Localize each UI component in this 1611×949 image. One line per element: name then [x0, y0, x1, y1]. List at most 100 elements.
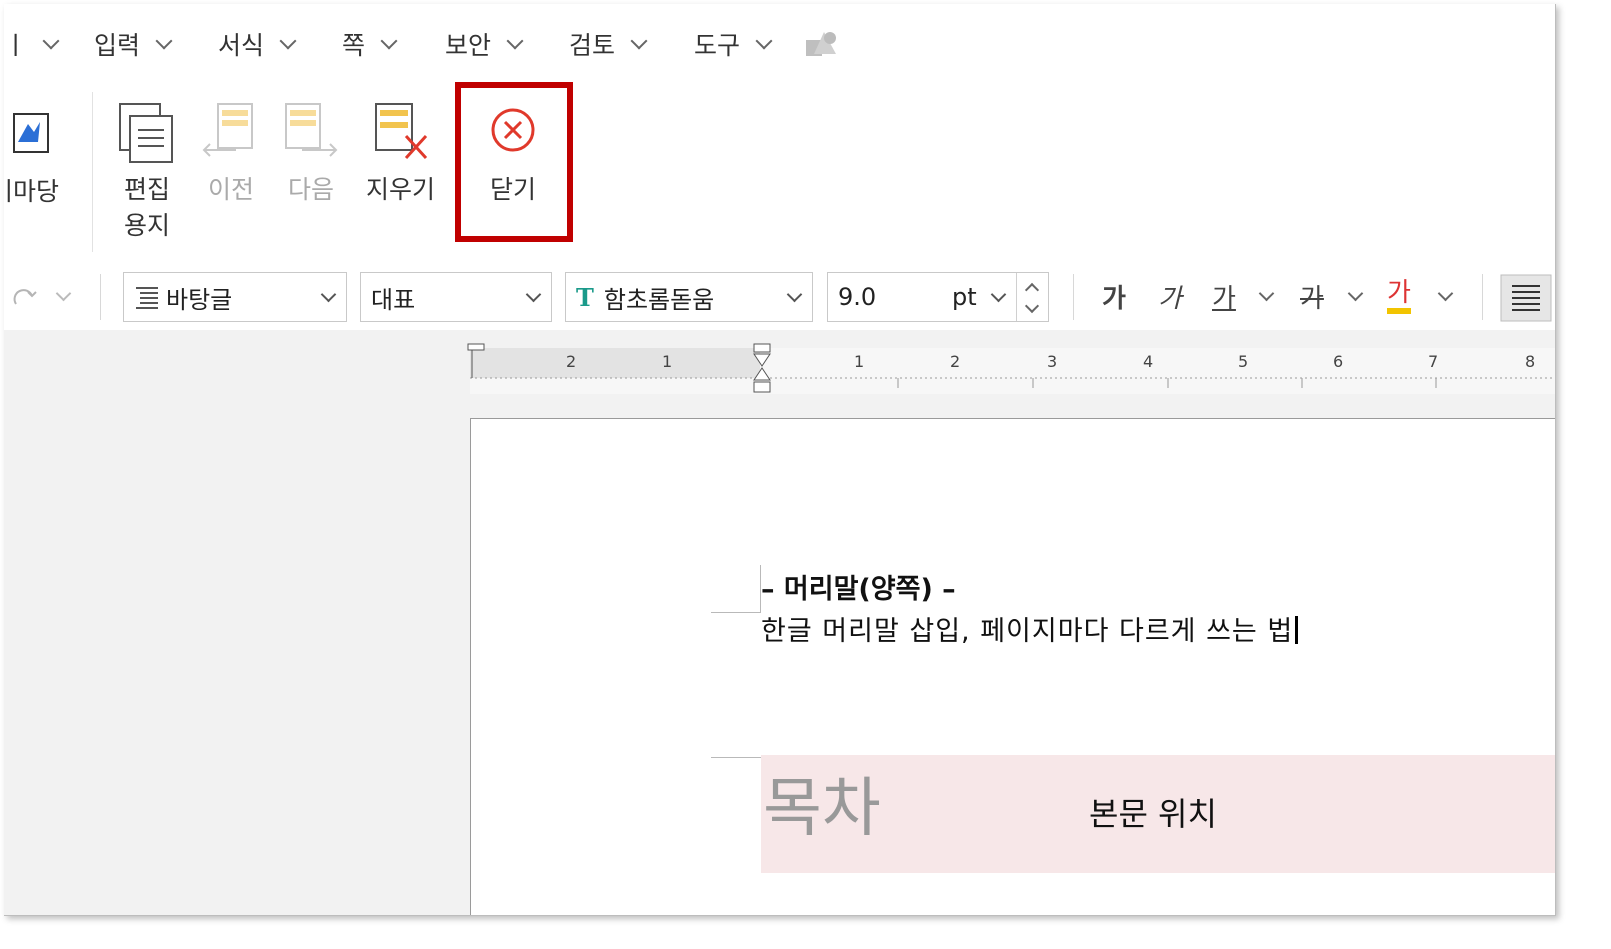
previous-button[interactable]: 이전 [200, 102, 262, 208]
italic-button[interactable]: 가 [1158, 278, 1182, 315]
menu-label: 서식 [218, 31, 265, 60]
language-select[interactable]: 대표 [360, 272, 552, 322]
close-button-highlight-box [455, 82, 573, 242]
strikethrough-button[interactable]: 가 [1300, 278, 1324, 315]
redo-icon[interactable] [10, 282, 40, 312]
menu-item-page[interactable]: 쪽 [342, 26, 398, 62]
menu-item-insert[interactable]: 입력 [94, 26, 173, 62]
ruler-number: 2 [566, 352, 577, 371]
chevron-down-icon [630, 32, 648, 50]
app-window: ㅣ 입력 서식 쪽 보안 검토 도구 마당 편집 용지 이전 다음 지우기 닫기… [4, 4, 1556, 916]
chevron-down-icon[interactable] [1437, 285, 1454, 302]
header-corner-mark [711, 612, 761, 613]
chevron-down-icon [506, 32, 524, 50]
ruler-number: 2 [950, 352, 961, 371]
body-region[interactable]: 목차 본문 위치 [761, 755, 1555, 873]
menu-bar: ㅣ 입력 서식 쪽 보안 검토 도구 [4, 4, 1555, 82]
next-button[interactable]: 다음 [280, 102, 342, 208]
text-caret [1295, 616, 1299, 644]
chevron-down-icon[interactable] [1347, 285, 1364, 302]
ruler-number: 1 [854, 352, 865, 371]
ruler-number: 8 [1525, 352, 1536, 371]
font-select[interactable]: T 함초롬돋움 [565, 272, 813, 322]
button-label: 기마당 [4, 177, 60, 206]
menu-label: 검토 [569, 31, 616, 60]
ruler-ticks [470, 377, 1555, 388]
indent-marker-icon[interactable] [752, 342, 772, 394]
paragraph-style-icon [136, 287, 158, 309]
menu-item-security[interactable]: 보안 [445, 26, 524, 62]
menu-item-format[interactable]: 서식 [218, 26, 297, 62]
body-corner-mark [711, 757, 761, 758]
font-value: 함초롬돋움 [603, 285, 715, 314]
ruler-number: 4 [1143, 352, 1154, 371]
erase-header-icon [374, 103, 427, 160]
body-position-label: 본문 위치 [1089, 795, 1217, 833]
horizontal-ruler[interactable]: 2 1 1 2 3 4 5 6 7 8 [467, 343, 1555, 394]
bold-button[interactable]: 가 [1102, 278, 1126, 315]
chevron-down-icon [155, 32, 173, 50]
menu-label: 입력 [94, 31, 141, 60]
previous-icon [202, 103, 253, 157]
page-setup-icon [119, 103, 173, 163]
toc-heading: 목차 [763, 772, 881, 846]
menu-label: 도구 [694, 31, 741, 60]
menu-label: ㅣ [4, 31, 28, 60]
page-setup-button[interactable]: 편집 용지 [116, 102, 178, 244]
chevron-down-icon [42, 32, 60, 50]
font-color-button[interactable]: 가 [1387, 278, 1411, 314]
size-spinner[interactable] [1016, 273, 1048, 321]
chevron-down-icon [279, 32, 297, 50]
button-label: 지우기 [366, 175, 436, 204]
ruler-number: 3 [1047, 352, 1058, 371]
shapes-icon[interactable] [804, 28, 838, 60]
button-label: 이전 [207, 175, 254, 204]
button-label: 다음 [287, 175, 334, 204]
watermark-button[interactable]: 기마당 [4, 102, 59, 210]
ribbon-separator [92, 92, 93, 252]
header-title[interactable]: – 머리말(양쪽) – [761, 567, 956, 606]
ruler-number: 5 [1238, 352, 1249, 371]
style-value: 바탕글 [166, 285, 233, 314]
toolbar-separator [1073, 274, 1074, 320]
toolbar-separator [100, 274, 101, 320]
watermark-icon [12, 113, 49, 153]
erase-header-button[interactable]: 지우기 [366, 102, 435, 208]
menu-item-review[interactable]: 검토 [569, 26, 648, 62]
font-size-field[interactable]: 9.0 pt [827, 272, 1049, 322]
chevron-up-icon[interactable] [1024, 282, 1040, 298]
document-page[interactable]: – 머리말(양쪽) – 한글 머리말 삽입, 페이지마다 다르게 쓰는 법 목차… [470, 418, 1555, 915]
next-icon [285, 103, 338, 157]
truetype-font-icon: T [576, 282, 594, 312]
ribbon: 기마당 편집 용지 이전 [4, 82, 1555, 262]
font-size-unit: pt [952, 283, 977, 311]
font-size-value: 9.0 [838, 283, 877, 311]
style-select[interactable]: 바탕글 [123, 272, 347, 322]
left-margin-marker-icon[interactable] [466, 342, 486, 382]
chevron-down-icon[interactable] [1258, 285, 1275, 302]
header-text-line[interactable]: 한글 머리말 삽입, 페이지마다 다르게 쓰는 법 [761, 609, 1299, 648]
header-text: 한글 머리말 삽입, 페이지마다 다르게 쓰는 법 [761, 616, 1294, 647]
button-label: 편집 용지 [123, 175, 170, 240]
ruler-number: 6 [1333, 352, 1344, 371]
menu-label: 쪽 [342, 31, 366, 60]
ruler-number: 1 [662, 352, 673, 371]
language-value: 대표 [371, 285, 416, 314]
chevron-down-icon [320, 286, 337, 303]
toolbar-separator [1482, 274, 1483, 320]
ruler-number: 7 [1428, 352, 1439, 371]
menu-label: 보안 [445, 31, 492, 60]
menu-item-view[interactable]: ㅣ [4, 26, 60, 62]
chevron-down-icon[interactable] [990, 286, 1007, 303]
chevron-down-icon [380, 32, 398, 50]
menu-item-tools[interactable]: 도구 [694, 26, 773, 62]
chevron-down-icon [786, 286, 803, 303]
format-toolbar: 바탕글 대표 T 함초롬돋움 9.0 pt 가 가 가 가 가 [4, 266, 1555, 330]
chevron-down-icon[interactable] [1024, 298, 1040, 314]
chevron-down-icon [525, 286, 542, 303]
chevron-down-icon[interactable] [55, 285, 72, 302]
document-workspace[interactable]: 2 1 1 2 3 4 5 6 7 8 – 머리말(양쪽) – 한글 머리말 삽… [4, 330, 1555, 915]
underline-button[interactable]: 가 [1212, 278, 1236, 315]
justify-align-icon[interactable] [1500, 274, 1552, 322]
chevron-down-icon [755, 32, 773, 50]
